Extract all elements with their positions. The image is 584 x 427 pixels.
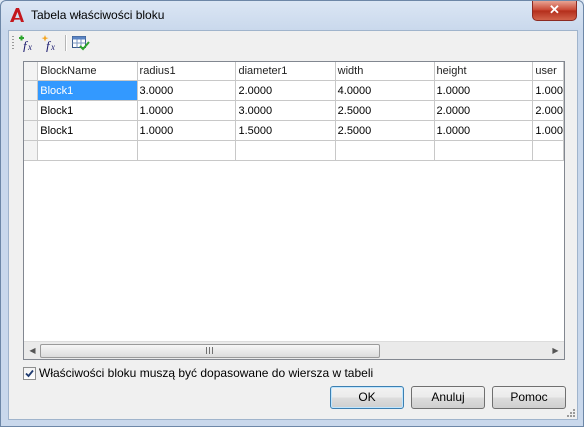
table-cell[interactable]: 1.5000 (235, 120, 336, 141)
resize-grip-icon[interactable] (566, 408, 576, 418)
dialog-title: Tabela właściwości bloku (31, 8, 165, 22)
table-row-new (24, 140, 564, 161)
cancel-button[interactable]: Anuluj (411, 386, 485, 409)
table-row: Block1 1.0000 1.5000 2.5000 1.0000 1.000 (24, 120, 564, 141)
close-icon: ✕ (549, 2, 560, 17)
table-row: Block1 3.0000 2.0000 4.0000 1.0000 1.000 (24, 80, 564, 101)
table-cell[interactable]: 3.0000 (235, 100, 336, 121)
table-cell[interactable]: 1.0000 (137, 100, 237, 121)
column-header[interactable]: width (335, 62, 435, 81)
table-cell[interactable]: 1.000 (532, 120, 564, 141)
column-header[interactable]: user (532, 62, 564, 81)
table-cell[interactable]: Block1 (37, 80, 138, 101)
table-row: Block1 1.0000 3.0000 2.5000 2.0000 2.000 (24, 100, 564, 121)
block-properties-table-dialog: Tabela właściwości bloku ✕ f x f x Block… (0, 0, 584, 427)
autocad-app-icon (10, 8, 24, 22)
column-header[interactable]: diameter1 (235, 62, 336, 81)
must-match-label: Właściwości bloku muszą być dopasowane d… (39, 366, 374, 380)
help-button[interactable]: Pomoc (492, 386, 566, 409)
table-cell[interactable]: 2.0000 (235, 80, 336, 101)
table-cell[interactable]: 2.0000 (434, 100, 534, 121)
column-header[interactable]: BlockName (37, 62, 138, 81)
corner-header-cell[interactable] (24, 62, 39, 81)
horizontal-scrollbar[interactable]: ◀ ▶ (24, 341, 564, 359)
table-cell[interactable]: 2.000 (532, 100, 564, 121)
table-cell[interactable] (37, 140, 138, 161)
row-header[interactable] (24, 100, 39, 121)
scroll-left-icon[interactable]: ◀ (26, 344, 39, 357)
toolbar-grip-handle[interactable] (12, 36, 14, 50)
row-header[interactable] (24, 120, 39, 141)
must-match-checkbox[interactable] (23, 367, 36, 380)
checkmark-icon (25, 369, 34, 378)
audit-table-icon (72, 36, 90, 51)
add-user-parameter-fx-button[interactable]: f x (41, 34, 61, 53)
svg-text:x: x (27, 42, 32, 52)
toolbar: f x f x (9, 31, 577, 55)
scrollbar-thumb[interactable] (40, 344, 380, 358)
table-cell[interactable]: 4.0000 (335, 80, 435, 101)
table-cell[interactable]: 3.0000 (137, 80, 237, 101)
scroll-right-icon[interactable]: ▶ (549, 344, 562, 357)
table-cell[interactable]: Block1 (37, 120, 138, 141)
table-cell[interactable]: 1.0000 (434, 120, 534, 141)
row-header[interactable] (24, 80, 39, 101)
properties-grid[interactable]: BlockName radius1 diameter1 width height… (23, 61, 565, 360)
close-button[interactable]: ✕ (532, 1, 577, 21)
table-cell[interactable]: 2.5000 (335, 100, 435, 121)
title-bar[interactable]: Tabela właściwości bloku ✕ (1, 1, 583, 30)
table-header-row: BlockName radius1 diameter1 width height… (24, 62, 564, 81)
table-cell[interactable]: 2.5000 (335, 120, 435, 141)
svg-text:x: x (50, 42, 55, 52)
add-user-parameter-fx-icon: f x (41, 35, 55, 53)
table-cell[interactable]: Block1 (37, 100, 138, 121)
add-property-fx-button[interactable]: f x (18, 34, 38, 53)
table-cell[interactable]: 1.0000 (434, 80, 534, 101)
ok-button[interactable]: OK (330, 386, 404, 409)
table-cell[interactable] (532, 140, 564, 161)
table-cell[interactable] (137, 140, 237, 161)
column-header[interactable]: radius1 (137, 62, 237, 81)
properties-table: BlockName radius1 diameter1 width height… (24, 62, 564, 161)
dialog-body: f x f x BlockName radius1 diameter1 widt… (8, 30, 578, 420)
add-property-fx-icon: f x (19, 35, 32, 53)
table-cell[interactable]: 1.0000 (137, 120, 237, 141)
column-header[interactable]: height (434, 62, 534, 81)
table-cell[interactable] (335, 140, 435, 161)
table-cell[interactable] (235, 140, 336, 161)
row-header[interactable] (24, 140, 39, 161)
table-cell[interactable] (434, 140, 534, 161)
audit-table-button[interactable] (71, 34, 91, 52)
table-cell[interactable]: 1.000 (532, 80, 564, 101)
toolbar-separator (65, 35, 67, 51)
scrollbar-grip-icon (206, 347, 214, 354)
